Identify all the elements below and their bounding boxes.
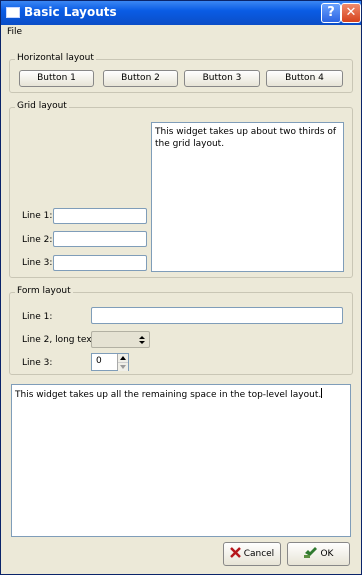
grid-line1-label: Line 1: bbox=[22, 211, 53, 221]
spinbox-value: 0 bbox=[96, 356, 102, 366]
grid-line3-input[interactable] bbox=[53, 255, 147, 271]
title-bar[interactable]: Basic Layouts ? ✕ bbox=[1, 1, 361, 25]
spin-down-button[interactable] bbox=[118, 363, 128, 371]
cancel-button[interactable]: Cancel bbox=[223, 542, 281, 566]
form-line1-input[interactable] bbox=[91, 307, 343, 324]
spin-down-arrow-icon bbox=[120, 365, 126, 369]
form-line1-label: Line 1: bbox=[22, 312, 53, 322]
combo-updown-arrow-icon bbox=[139, 336, 145, 344]
grid-text-area[interactable]: This widget takes up about two thirds of… bbox=[151, 122, 344, 272]
main-text: This widget takes up all the remaining s… bbox=[15, 390, 322, 400]
ok-button[interactable]: OK bbox=[287, 542, 350, 566]
menu-file[interactable]: File bbox=[7, 27, 22, 37]
button-4[interactable]: Button 4 bbox=[266, 70, 343, 87]
form-line3-label: Line 3: bbox=[22, 358, 53, 368]
close-button[interactable]: ✕ bbox=[341, 3, 361, 23]
grid-layout-title: Grid layout bbox=[15, 101, 69, 111]
button-3[interactable]: Button 3 bbox=[184, 70, 260, 87]
form-line2-combobox[interactable] bbox=[91, 331, 150, 348]
form-line3-spinbox[interactable]: 0 bbox=[91, 353, 129, 371]
grid-layout-group: Grid layout Line 1: Line 2: Line 3: This… bbox=[9, 101, 353, 278]
form-layout-title: Form layout bbox=[15, 286, 73, 296]
button-1[interactable]: Button 1 bbox=[19, 70, 94, 87]
basic-layouts-window: Basic Layouts ? ✕ File Horizontal layout… bbox=[0, 0, 362, 575]
main-text-area[interactable]: This widget takes up all the remaining s… bbox=[11, 384, 351, 537]
grid-line1-input[interactable] bbox=[53, 208, 147, 224]
spinbox-buttons bbox=[117, 354, 128, 371]
horizontal-layout-title: Horizontal layout bbox=[15, 53, 96, 63]
form-line2-label: Line 2, long text: bbox=[22, 335, 99, 345]
cancel-x-icon bbox=[229, 547, 241, 558]
button-2[interactable]: Button 2 bbox=[103, 70, 178, 87]
grid-line2-input[interactable] bbox=[53, 231, 147, 247]
window-icon bbox=[6, 7, 20, 18]
menu-bar: File bbox=[1, 25, 361, 40]
text-cursor bbox=[321, 388, 323, 398]
horizontal-layout-group: Horizontal layout Button 1 Button 2 Butt… bbox=[9, 53, 353, 93]
grid-line2-label: Line 2: bbox=[22, 235, 53, 245]
cancel-label: Cancel bbox=[243, 549, 275, 559]
spin-up-button[interactable] bbox=[118, 354, 128, 363]
ok-check-icon bbox=[303, 547, 317, 558]
spin-up-arrow-icon bbox=[120, 356, 126, 360]
ok-label: OK bbox=[320, 549, 334, 559]
help-button[interactable]: ? bbox=[321, 3, 341, 23]
form-layout-group: Form layout Line 1: Line 2, long text: L… bbox=[9, 286, 353, 375]
grid-line3-label: Line 3: bbox=[22, 258, 53, 268]
window-title: Basic Layouts bbox=[24, 5, 117, 19]
